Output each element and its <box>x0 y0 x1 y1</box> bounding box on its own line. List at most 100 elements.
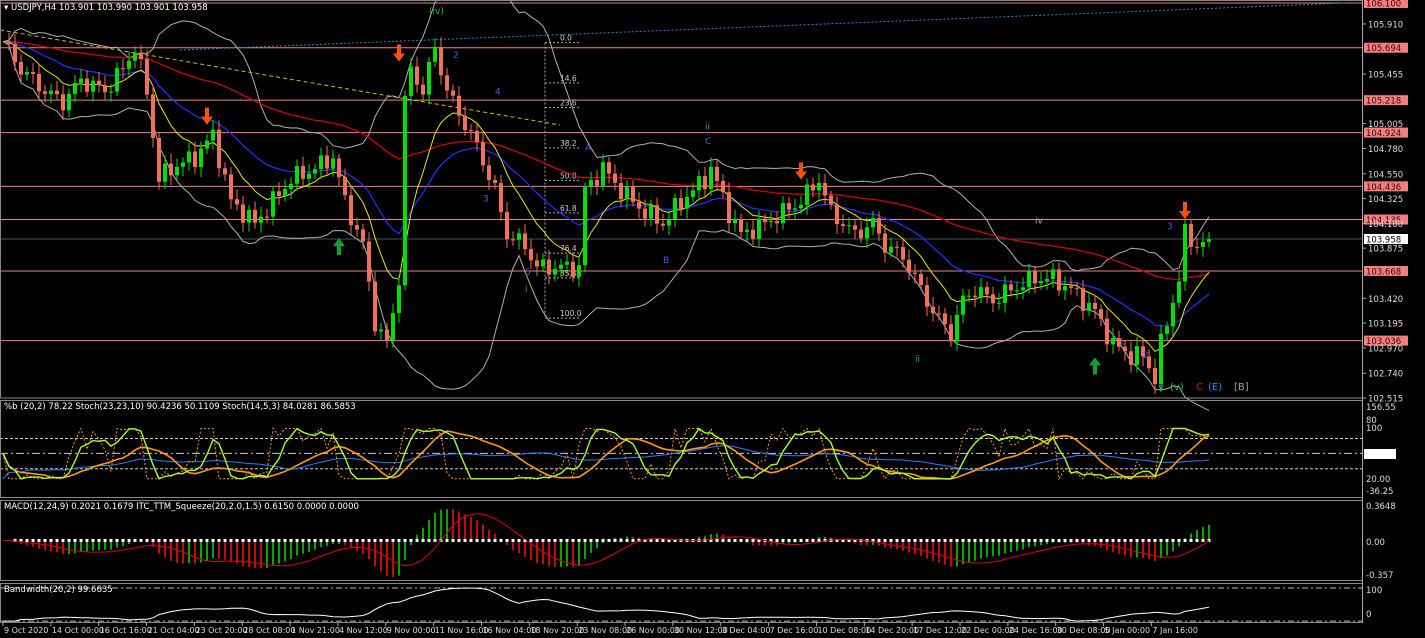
stoch-value-tag <box>1364 449 1396 459</box>
stochastic-pane[interactable] <box>0 426 1362 481</box>
candle-body <box>181 162 185 167</box>
wave-label: 3 <box>1167 222 1173 232</box>
price-pane[interactable]: 0.014.623.638.250.061.876.485.4100.0(iv)… <box>0 0 1362 411</box>
squeeze-dot <box>1003 538 1007 542</box>
price-tick-label: 104.100 <box>1368 220 1403 230</box>
price-chart[interactable]: 0.014.623.638.250.061.876.485.4100.0(iv)… <box>0 0 1425 638</box>
squeeze-dot <box>193 538 197 542</box>
candle-body <box>901 247 905 260</box>
squeeze-dot <box>103 538 107 542</box>
squeeze-dot <box>259 538 263 542</box>
wave-label: 2 <box>453 51 459 61</box>
candle-body <box>1105 318 1109 345</box>
squeeze-dot <box>121 538 125 542</box>
collapse-triangle-icon[interactable]: ▾ <box>4 3 8 13</box>
candle-body <box>919 273 923 286</box>
squeeze-dot <box>595 538 599 542</box>
squeeze-dot <box>37 538 41 542</box>
wave-label: C <box>705 137 711 147</box>
candle-body <box>895 246 899 248</box>
fib-level-label: 38.2 <box>560 139 577 148</box>
squeeze-dot <box>253 538 257 542</box>
candle-body <box>925 285 929 307</box>
candle-body <box>1039 281 1043 284</box>
candle-body <box>235 199 239 205</box>
squeeze-dot <box>367 538 371 542</box>
candle-body <box>757 218 761 239</box>
candle-body <box>1135 346 1139 365</box>
candle-body <box>955 314 959 342</box>
time-tick-label: 7 Dec 16:00 <box>770 626 819 635</box>
candle-body <box>913 272 917 274</box>
candle-body <box>1057 269 1061 291</box>
candle-body <box>451 90 455 96</box>
time-tick-label: 14 Dec 20:00 <box>865 626 919 635</box>
time-tick-label: 23 Nov 08:00 <box>578 626 632 635</box>
level-price-label: 105.218 <box>1366 97 1401 107</box>
squeeze-dot <box>811 538 815 542</box>
candle-body <box>997 302 1001 304</box>
candle-body <box>361 229 365 242</box>
candle-body <box>283 189 287 196</box>
stoch-tick-label: 100 <box>1366 424 1382 434</box>
candle-body <box>85 78 89 92</box>
candle-body <box>61 94 65 111</box>
bandwidth-tick-label: 100 <box>1366 586 1382 596</box>
squeeze-dot <box>931 538 935 542</box>
squeeze-dot <box>529 538 533 542</box>
squeeze-dot <box>991 538 995 542</box>
squeeze-dot <box>913 538 917 542</box>
squeeze-dot <box>1015 538 1019 542</box>
squeeze-dot <box>781 538 785 542</box>
squeeze-dot <box>505 538 509 542</box>
candle-body <box>673 198 677 220</box>
squeeze-dot <box>1153 538 1157 542</box>
squeeze-dot <box>721 538 725 542</box>
candle-body <box>187 151 191 163</box>
candle-body <box>1207 239 1211 242</box>
squeeze-dot <box>445 538 449 542</box>
candle-body <box>733 218 737 224</box>
bandwidth-line <box>3 587 1210 622</box>
candle-body <box>487 165 491 180</box>
candle-body <box>301 165 305 179</box>
time-tick-label: 14 Oct 00:00 <box>52 626 104 635</box>
squeeze-dot <box>43 538 47 542</box>
candle-body <box>553 268 557 275</box>
wave-label: 3 <box>483 194 489 204</box>
candle-body <box>19 61 23 75</box>
squeeze-dot <box>133 538 137 542</box>
macd-tick-label: 0.3648 <box>1366 502 1396 512</box>
squeeze-dot <box>985 538 989 542</box>
squeeze-dot <box>49 538 53 542</box>
candle-body <box>1195 246 1199 248</box>
candle-body <box>505 211 509 240</box>
squeeze-dot <box>655 538 659 542</box>
candle-body <box>193 151 197 168</box>
squeeze-dot <box>1147 538 1151 542</box>
candle-body <box>1063 286 1067 291</box>
candle-body <box>799 204 803 209</box>
level-price-label: 103.668 <box>1366 267 1401 277</box>
candle-body <box>847 225 851 227</box>
candle-body <box>319 155 323 170</box>
bandwidth-pane[interactable] <box>0 587 1362 622</box>
candle-body <box>1045 278 1049 282</box>
candle-body <box>601 162 605 186</box>
level-price-label: 104.436 <box>1366 183 1401 193</box>
squeeze-dot <box>1069 538 1073 542</box>
bandwidth-label: Bandwidth(20,2) 99.6635 <box>4 585 113 595</box>
sub-pane-frame <box>0 583 1363 623</box>
candle-body <box>313 169 317 174</box>
candle-body <box>787 203 791 210</box>
level-price-label: 106.100 <box>1366 0 1401 10</box>
candle-body <box>835 204 839 225</box>
candle-body <box>67 93 71 111</box>
squeeze-dot <box>1177 538 1181 542</box>
squeeze-dot <box>739 538 743 542</box>
squeeze-dot <box>1051 538 1055 542</box>
wave-label: A <box>585 144 592 154</box>
price-tick-label: 104.780 <box>1368 145 1403 155</box>
macd-pane[interactable] <box>2 509 1211 578</box>
candle-body <box>331 158 335 169</box>
